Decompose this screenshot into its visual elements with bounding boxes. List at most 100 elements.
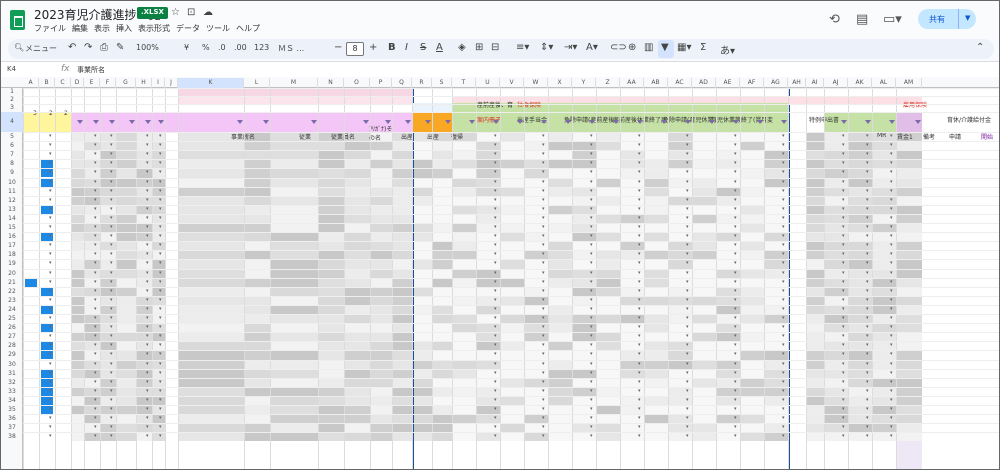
row-header-16[interactable]: 16: [1, 232, 23, 241]
cell-dropdown-icon[interactable]: ▾: [782, 424, 785, 430]
cell-dropdown-icon[interactable]: ▾: [782, 306, 785, 312]
cell-dropdown-icon[interactable]: ▾: [734, 288, 737, 294]
menu-insert[interactable]: 挿入: [116, 23, 132, 34]
cell-dropdown-icon[interactable]: ▾: [686, 297, 689, 303]
cell-dropdown-icon[interactable]: ▾: [782, 324, 785, 330]
cell-dropdown-icon[interactable]: ▾: [866, 142, 869, 148]
cell-dropdown-icon[interactable]: ▾: [866, 351, 869, 357]
cell-dropdown-icon[interactable]: ▾: [866, 397, 869, 403]
cell-dropdown-icon[interactable]: ▾: [110, 379, 113, 385]
cell-dropdown-icon[interactable]: ▾: [94, 379, 97, 385]
cell-dropdown-icon[interactable]: ▾: [146, 424, 149, 430]
undo-icon[interactable]: ↶: [68, 42, 76, 53]
column-header-aa[interactable]: AA: [620, 78, 644, 88]
cell-dropdown-icon[interactable]: ▾: [842, 142, 845, 148]
cell-dropdown-icon[interactable]: ▾: [146, 160, 149, 166]
cell-dropdown-icon[interactable]: ▾: [590, 361, 593, 367]
cell-dropdown-icon[interactable]: ▾: [866, 424, 869, 430]
cell-dropdown-icon[interactable]: ▾: [686, 233, 689, 239]
cell-dropdown-icon[interactable]: ▾: [494, 315, 497, 321]
cell-dropdown-icon[interactable]: ▾: [782, 333, 785, 339]
cell-dropdown-icon[interactable]: ▾: [590, 151, 593, 157]
cell-dropdown-icon[interactable]: ▾: [866, 433, 869, 439]
row-header-17[interactable]: 17: [1, 241, 23, 250]
cell-dropdown-icon[interactable]: ▾: [890, 379, 893, 385]
cell-dropdown-icon[interactable]: ▾: [734, 151, 737, 157]
cell-dropdown-icon[interactable]: ▾: [638, 279, 641, 285]
cell-area[interactable]: 3 2 2 産前産後、育 社会保険 雇用保険 事業所名 従業 従業員名 ﾌﾘｶﾞ…: [23, 88, 999, 469]
cell-dropdown-icon[interactable]: ▾: [110, 333, 113, 339]
cell-dropdown-icon[interactable]: ▾: [590, 315, 593, 321]
cell-dropdown-icon[interactable]: ▾: [686, 333, 689, 339]
cell-dropdown-icon[interactable]: ▾: [890, 197, 893, 203]
cell-dropdown-icon[interactable]: ▾: [542, 288, 545, 294]
cell-dropdown-icon[interactable]: ▾: [686, 215, 689, 221]
cell-dropdown-icon[interactable]: ▾: [49, 424, 52, 430]
column-header-am[interactable]: AM: [896, 78, 922, 88]
filter-icon[interactable]: ▼: [661, 42, 669, 53]
cell-dropdown-icon[interactable]: ▾: [110, 279, 113, 285]
filter-dropdown-icon[interactable]: [637, 120, 643, 124]
cell-dropdown-icon[interactable]: ▾: [638, 370, 641, 376]
filter-dropdown-icon[interactable]: [385, 120, 391, 124]
cell-dropdown-icon[interactable]: ▾: [542, 197, 545, 203]
cell-dropdown-icon[interactable]: ▾: [842, 151, 845, 157]
cell-dropdown-icon[interactable]: ▾: [146, 260, 149, 266]
cell-dropdown-icon[interactable]: ▾: [159, 279, 162, 285]
cell-dropdown-icon[interactable]: ▾: [49, 433, 52, 439]
insert-chart-icon[interactable]: ▥: [644, 42, 653, 53]
cell-dropdown-icon[interactable]: ▾: [110, 433, 113, 439]
cell-dropdown-icon[interactable]: ▾: [94, 224, 97, 230]
cell-dropdown-icon[interactable]: ▾: [866, 306, 869, 312]
cell-dropdown-icon[interactable]: ▾: [782, 388, 785, 394]
row-header-28[interactable]: 28: [1, 341, 23, 350]
cell-dropdown-icon[interactable]: ▾: [638, 169, 641, 175]
cell-dropdown-icon[interactable]: ▾: [159, 424, 162, 430]
row-header-15[interactable]: 15: [1, 223, 23, 232]
cell-dropdown-icon[interactable]: ▾: [49, 297, 52, 303]
filter-dropdown-icon[interactable]: [915, 120, 921, 124]
filter-dropdown-icon[interactable]: [311, 120, 317, 124]
cell-dropdown-icon[interactable]: ▾: [542, 151, 545, 157]
cell-dropdown-icon[interactable]: ▾: [590, 188, 593, 194]
menu-view[interactable]: 表示: [94, 23, 110, 34]
cell-dropdown-icon[interactable]: ▾: [94, 242, 97, 248]
filter-dropdown-icon[interactable]: [841, 120, 847, 124]
cell-dropdown-icon[interactable]: ▾: [842, 215, 845, 221]
cell-dropdown-icon[interactable]: ▾: [866, 151, 869, 157]
search-menus[interactable]: メニュー: [25, 43, 57, 54]
cell-dropdown-icon[interactable]: ▾: [890, 324, 893, 330]
cell-dropdown-icon[interactable]: ▾: [686, 370, 689, 376]
row-header-12[interactable]: 12: [1, 196, 23, 205]
column-header-e[interactable]: E: [84, 78, 100, 88]
share-dropdown-icon[interactable]: ▼: [958, 9, 978, 29]
column-header-c[interactable]: C: [55, 78, 71, 88]
row-header-30[interactable]: 30: [1, 360, 23, 369]
cell-dropdown-icon[interactable]: ▾: [49, 242, 52, 248]
cell-dropdown-icon[interactable]: ▾: [94, 324, 97, 330]
cell-dropdown-icon[interactable]: ▾: [686, 242, 689, 248]
cell-dropdown-icon[interactable]: ▾: [734, 306, 737, 312]
cell-dropdown-icon[interactable]: ▾: [842, 397, 845, 403]
cell-dropdown-icon[interactable]: ▾: [842, 169, 845, 175]
filter-dropdown-icon[interactable]: [469, 120, 475, 124]
column-header-n[interactable]: N: [318, 78, 344, 88]
cell-dropdown-icon[interactable]: ▾: [686, 224, 689, 230]
cell-dropdown-icon[interactable]: ▾: [159, 160, 162, 166]
cell-dropdown-icon[interactable]: ▾: [866, 406, 869, 412]
menu-data[interactable]: データ: [176, 23, 200, 34]
cell-dropdown-icon[interactable]: ▾: [542, 215, 545, 221]
cell-dropdown-icon[interactable]: ▾: [110, 179, 113, 185]
filter-dropdown-icon[interactable]: [237, 120, 243, 124]
cell-dropdown-icon[interactable]: ▾: [734, 324, 737, 330]
cell-dropdown-icon[interactable]: ▾: [542, 379, 545, 385]
cell-dropdown-icon[interactable]: ▾: [110, 324, 113, 330]
row-header-14[interactable]: 14: [1, 214, 23, 223]
filter-dropdown-icon[interactable]: [685, 120, 691, 124]
cell-dropdown-icon[interactable]: ▾: [638, 206, 641, 212]
cell-dropdown-icon[interactable]: ▾: [842, 242, 845, 248]
cell-dropdown-icon[interactable]: ▾: [146, 351, 149, 357]
row-header-3[interactable]: 3: [1, 104, 23, 112]
cell-dropdown-icon[interactable]: ▾: [866, 133, 869, 139]
cell-dropdown-icon[interactable]: ▾: [110, 188, 113, 194]
